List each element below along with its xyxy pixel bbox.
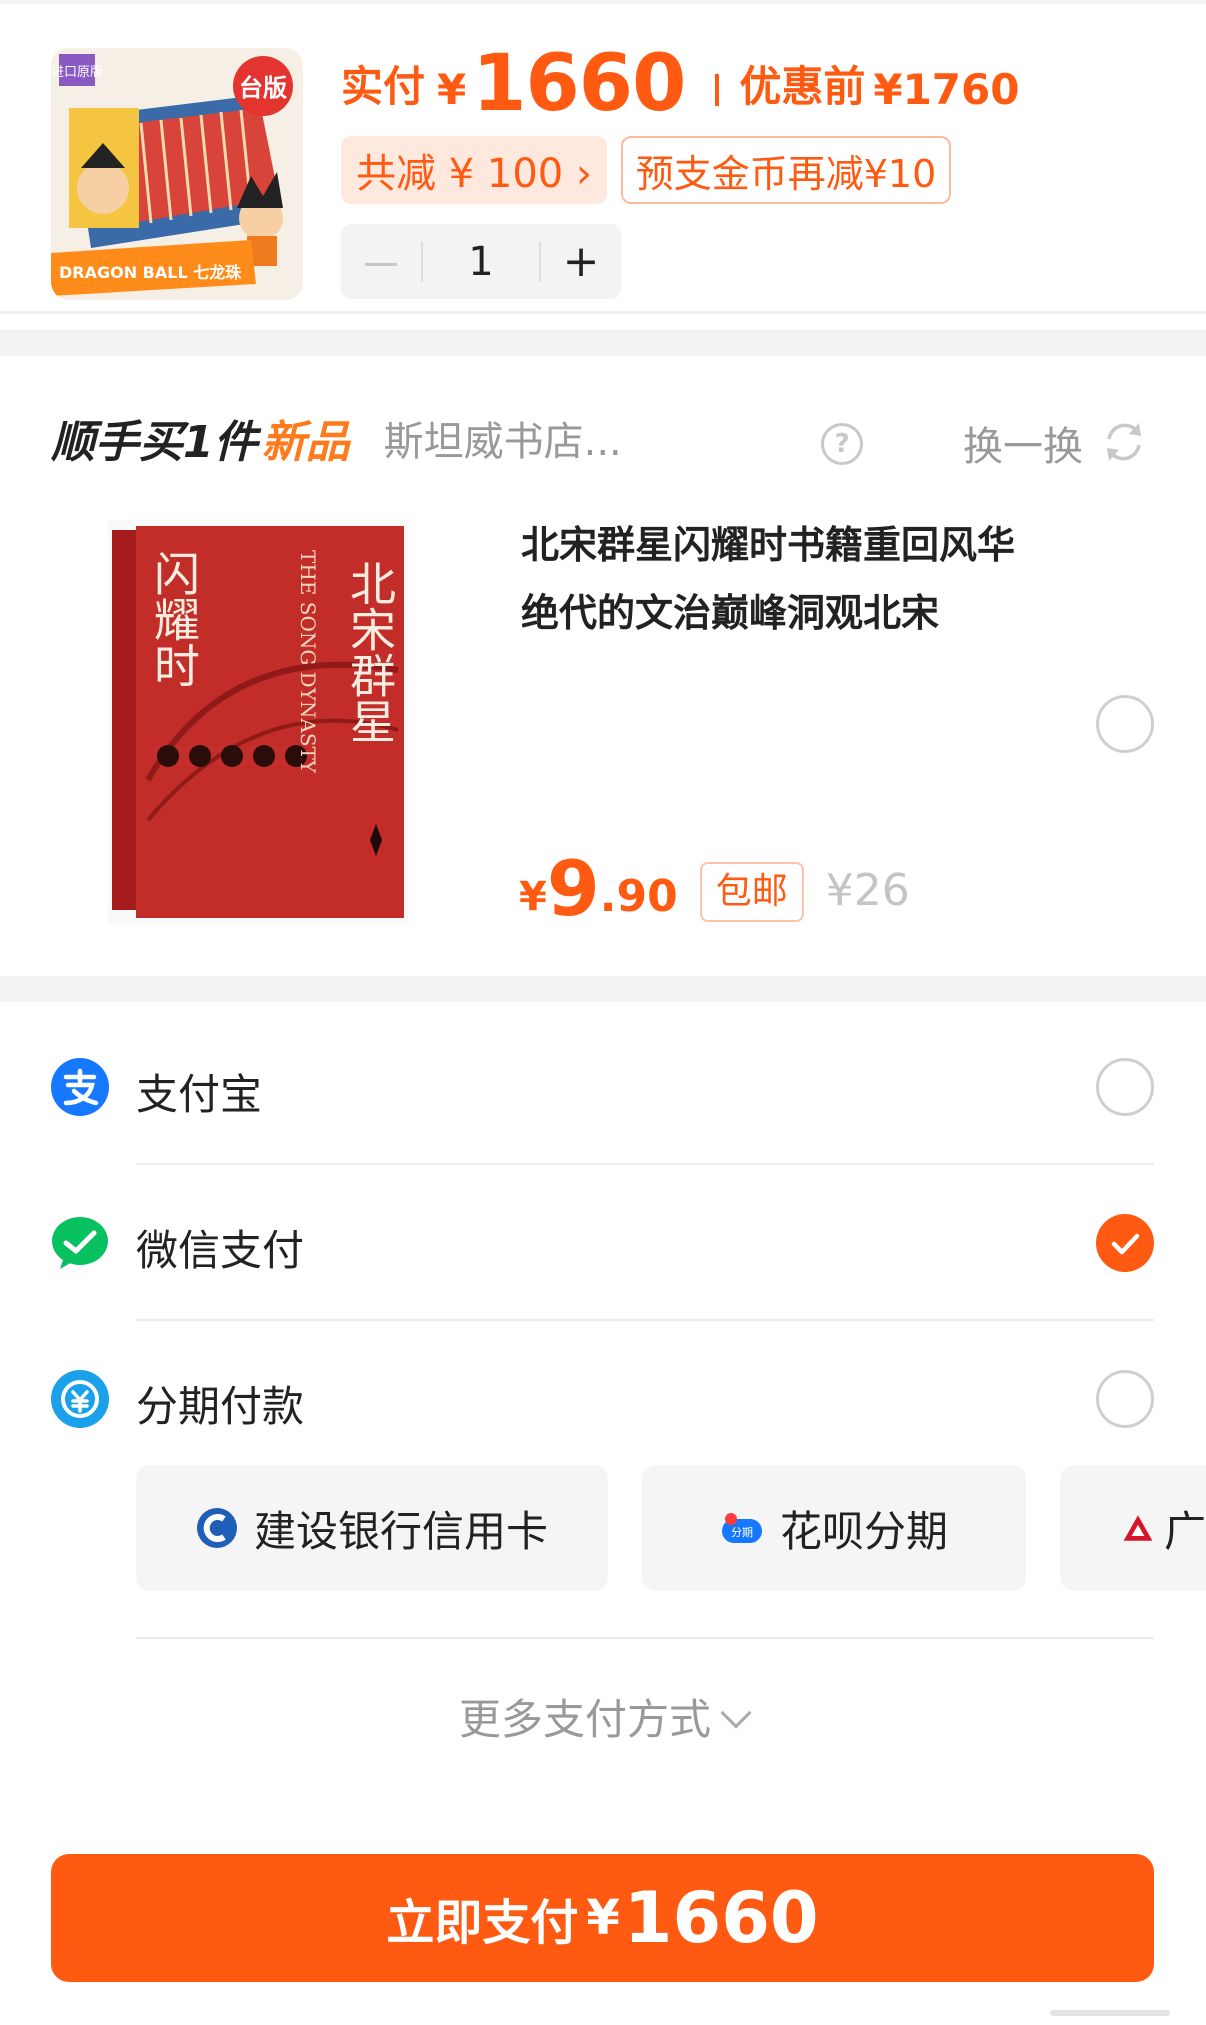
book-cover-english: THE SONG DYNASTY: [296, 550, 320, 774]
installment-card-huabei[interactable]: 分期 花呗分期: [642, 1465, 1026, 1591]
home-indicator: [1050, 2010, 1170, 2016]
ccb-icon: [196, 1508, 237, 1548]
cover-caption-text: DRAGON BALL 七龙珠: [59, 263, 242, 282]
pay-now-currency: ¥: [586, 1890, 620, 1946]
book-cover-title-sub: 闪耀时: [147, 550, 201, 688]
installment-icon: [51, 1370, 109, 1428]
installment-card-ccb[interactable]: 建设银行信用卡: [136, 1465, 608, 1591]
addon-title: 顺手买1件: [51, 417, 258, 468]
payment-option-installment[interactable]: 分期付款: [0, 1339, 1206, 1459]
help-icon[interactable]: ?: [821, 423, 863, 465]
addon-select-radio[interactable]: [1096, 695, 1154, 753]
check-icon: [1111, 1233, 1140, 1255]
installment-card-ccb-label: 建设银行信用卡: [253, 1506, 548, 1556]
alipay-label: 支付宝: [136, 1070, 263, 1119]
pay-now-amount: 1660: [623, 1877, 819, 1959]
installment-card-gf[interactable]: 广: [1060, 1465, 1206, 1591]
paid-currency: ¥: [437, 65, 467, 114]
addon-original-price: ¥26: [825, 865, 910, 916]
wechat-pay-radio-checked[interactable]: [1096, 1214, 1154, 1272]
addon-title-highlight: 新品: [261, 417, 350, 468]
addon-price-line: ¥ 9 .90 包邮 ¥26: [519, 848, 910, 928]
payment-divider: [136, 1319, 1154, 1321]
section-divider-2: [0, 976, 1206, 1002]
addon-book-cover-image[interactable]: 北宋群星 闪耀时 THE SONG DYNASTY: [108, 520, 408, 925]
refresh-icon[interactable]: [1101, 419, 1147, 465]
paid-label: 实付: [341, 62, 426, 111]
installment-card-huabei-label: 花呗分期: [779, 1506, 948, 1556]
payment-divider: [136, 1637, 1154, 1639]
more-payment-label: 更多支付方式: [458, 1695, 711, 1744]
wechat-pay-label: 微信支付: [136, 1226, 305, 1275]
addon-shop-name[interactable]: 斯坦威书店...: [384, 409, 622, 467]
addon-book-title[interactable]: 北宋群星闪耀时书籍重回风华绝代的文治巅峰洞观北宋: [521, 511, 1041, 647]
original-price-value: ¥1760: [873, 65, 1020, 114]
product-cover-art: 进口原版 台版 DRAGON BALL 七龙珠: [51, 48, 303, 300]
addon-price-integer: 9: [546, 844, 600, 933]
increase-quantity-button[interactable]: +: [541, 236, 621, 287]
pay-now-button[interactable]: 立即支付 ¥ 1660: [51, 1854, 1154, 1982]
swap-button[interactable]: 换一换: [963, 414, 1083, 472]
pay-now-label: 立即支付: [386, 1895, 579, 1951]
cover-badge-text: 台版: [239, 74, 287, 102]
chevron-down-icon: [720, 1697, 752, 1729]
huabei-icon: 分期: [721, 1513, 762, 1543]
payment-option-alipay[interactable]: 支付宝: [0, 1027, 1206, 1147]
addon-header: 顺手买1件 新品 斯坦威书店...: [51, 408, 622, 468]
alipay-icon: [51, 1058, 109, 1116]
section-divider: [0, 330, 1206, 356]
alipay-radio[interactable]: [1096, 1058, 1154, 1116]
paid-amount: 1660: [472, 39, 686, 129]
original-price-label: 优惠前: [739, 62, 866, 111]
product-cover-image[interactable]: 进口原版 台版 DRAGON BALL 七龙珠: [51, 48, 303, 300]
payment-divider: [136, 1163, 1154, 1165]
quantity-value[interactable]: 1: [421, 241, 541, 282]
huabei-icon-text: 分期: [731, 1526, 753, 1539]
gf-bank-icon: [1123, 1515, 1153, 1541]
wechat-pay-icon: [52, 1217, 108, 1269]
more-payment-methods[interactable]: 更多支付方式: [0, 1686, 1206, 1747]
coin-discount-chip[interactable]: 预支金币再减¥10: [621, 136, 951, 204]
free-shipping-badge: 包邮: [699, 862, 804, 922]
payment-option-wechat[interactable]: 微信支付: [0, 1183, 1206, 1303]
installment-label: 分期付款: [136, 1382, 305, 1431]
price-separator: [715, 74, 720, 106]
product-section: 进口原版 台版 DRAGON BALL 七龙珠 实付 ¥ 1660 优惠前 ¥1…: [0, 0, 1206, 314]
decrease-quantity-button[interactable]: －: [341, 230, 421, 294]
paid-price-line: 实付 ¥ 1660 优惠前 ¥1760: [341, 44, 1019, 124]
cover-corner-text: 进口原版: [51, 65, 103, 80]
book-cover-title-main: 北宋群星: [343, 560, 397, 744]
addon-price-currency: ¥: [519, 874, 547, 920]
installment-radio[interactable]: [1096, 1370, 1154, 1428]
discount-detail-chip[interactable]: 共减 ¥ 100 ›: [341, 136, 607, 204]
quantity-stepper: － 1 +: [341, 224, 621, 299]
addon-price-decimal: .90: [599, 871, 678, 922]
installment-card-gf-label: 广: [1163, 1506, 1206, 1556]
